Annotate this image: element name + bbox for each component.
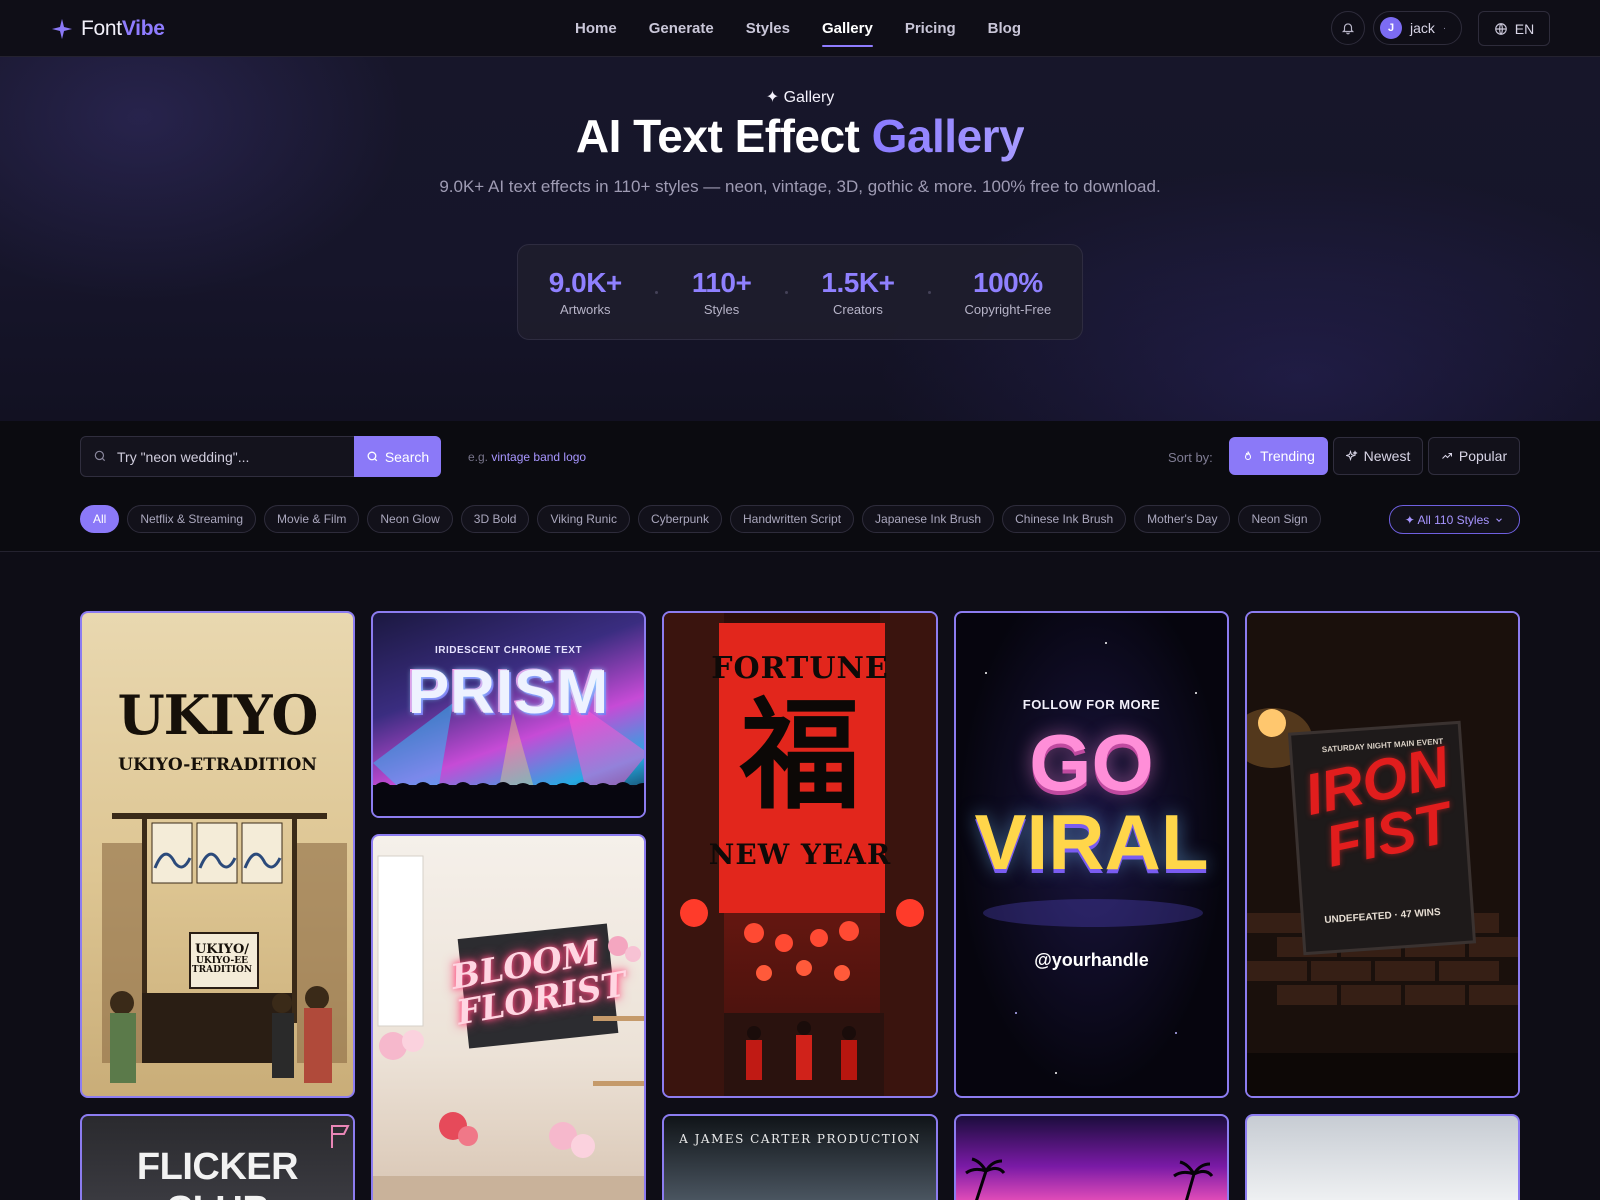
ukiyo-sign: UKIYO/ UKIYO-EE TRADITION: [191, 942, 253, 976]
chip-chinese-ink[interactable]: Chinese Ink Brush: [1002, 505, 1127, 533]
globe-icon: [1494, 22, 1507, 35]
chip-neon-glow[interactable]: Neon Glow: [367, 505, 453, 533]
sparkle-icon: [51, 18, 73, 40]
trending-up-icon: [1442, 453, 1452, 459]
sort-label: Sort by:: [1168, 450, 1213, 465]
stat-artworks: 9.0K+ Artworks: [548, 267, 623, 317]
chip-netflix[interactable]: Netflix & Streaming: [127, 505, 257, 533]
search-box: Search: [80, 436, 441, 477]
gallery-card-ukiyo[interactable]: UKIYO UKIYO-ETRADITION UKIYO/ UKIYO-EE T…: [80, 611, 355, 1098]
chip-handwritten[interactable]: Handwritten Script: [729, 505, 855, 533]
stat-copyright: 100% Copyright-Free: [964, 267, 1052, 317]
gallery-card-prism[interactable]: IRIDESCENT CHROME TEXT PRISM: [371, 611, 646, 818]
prism-caption: IRIDESCENT CHROME TEXT: [434, 645, 583, 656]
avatar: J: [1380, 17, 1402, 39]
viral-line2: VIRAL: [974, 798, 1209, 886]
user-menu-dot-icon: ·: [1442, 22, 1447, 34]
search-button[interactable]: Search: [354, 436, 441, 477]
viral-handle: @yourhandle: [1034, 950, 1149, 970]
chip-3d-bold[interactable]: 3D Bold: [460, 505, 530, 533]
nav-generate[interactable]: Generate: [649, 17, 714, 40]
bell-icon: [1341, 23, 1355, 35]
stat-styles: 110+ Styles: [691, 267, 752, 317]
gallery-card-synthwave[interactable]: [954, 1114, 1229, 1200]
gallery-card-viral[interactable]: FOLLOW FOR MORE GO VIRAL @yourhandle: [954, 611, 1229, 1098]
brand-logo[interactable]: FontVibe: [51, 16, 165, 42]
gallery-card-carter[interactable]: A JAMES CARTER PRODUCTION: [662, 1114, 938, 1200]
search-icon: [94, 450, 106, 462]
hero-eyebrow: ✦ Gallery: [765, 89, 835, 106]
search-example: e.g. vintage band logo: [468, 450, 587, 464]
language-selector[interactable]: EN: [1478, 11, 1550, 46]
viral-top-text: FOLLOW FOR MORE: [1022, 697, 1161, 712]
sort-trending-button[interactable]: Trending: [1229, 437, 1328, 475]
prism-title: PRISM: [407, 658, 610, 727]
search-icon: [367, 451, 378, 462]
stat-divider: [784, 290, 788, 294]
gallery-card-silver[interactable]: [1245, 1114, 1520, 1200]
stat-divider: [655, 290, 659, 294]
sparkles-icon: [1345, 450, 1358, 462]
gallery-card-bloom[interactable]: BLOOM FLORIST: [371, 834, 646, 1200]
chevron-down-icon: [1496, 517, 1503, 522]
sort-popular-button[interactable]: Popular: [1428, 437, 1520, 475]
nav-gallery[interactable]: Gallery: [821, 17, 873, 47]
hero-section: ✦ Gallery AI Text Effect Gallery 9.0K+ A…: [0, 57, 1600, 421]
user-menu[interactable]: J jack ·: [1373, 11, 1462, 45]
brand-name: FontVibe: [81, 17, 165, 40]
category-chips: All Netflix & Streaming Movie & Film Neo…: [80, 505, 1321, 533]
flicker-title: FLICKER CLUB: [136, 1146, 299, 1200]
chip-viking[interactable]: Viking Runic: [537, 505, 630, 533]
flag-icon: [331, 1125, 350, 1148]
chip-mothers-day[interactable]: Mother's Day: [1134, 505, 1231, 533]
nav-blog[interactable]: Blog: [988, 17, 1021, 40]
chip-cyberpunk[interactable]: Cyberpunk: [637, 505, 722, 533]
carter-title: A JAMES CARTER PRODUCTION: [679, 1132, 921, 1146]
nav-styles[interactable]: Styles: [746, 17, 790, 40]
gallery-card-fortune[interactable]: FORTUNE 福 NEW YEAR: [662, 611, 938, 1098]
main-menu: Home Generate Styles Gallery Pricing Blo…: [575, 17, 1053, 47]
viral-line1: GO: [1029, 718, 1154, 807]
chip-neon-sign[interactable]: Neon Sign: [1238, 505, 1321, 533]
all-styles-dropdown[interactable]: ✦ All 110 Styles: [1389, 505, 1520, 534]
fortune-glyph: 福: [740, 687, 860, 826]
search-input[interactable]: [117, 437, 347, 476]
synthwave-artwork: [965, 1157, 1214, 1200]
language-label: EN: [1514, 20, 1535, 37]
gallery-card-ironfist[interactable]: SATURDAY NIGHT MAIN EVENT IRON FIST UNDE…: [1245, 611, 1520, 1098]
filter-bar: Search e.g. vintage band logo Sort by: T…: [0, 421, 1600, 552]
chip-japanese-ink[interactable]: Japanese Ink Brush: [862, 505, 995, 533]
nav-pricing[interactable]: Pricing: [905, 17, 956, 40]
fortune-bottom-text: NEW YEAR: [708, 838, 892, 871]
example-link[interactable]: vintage band logo: [491, 450, 586, 464]
top-nav: FontVibe Home Generate Styles Gallery Pr…: [0, 0, 1600, 57]
gallery-card-flicker[interactable]: FLICKER CLUB: [80, 1114, 355, 1200]
sort-newest-button[interactable]: Newest: [1333, 437, 1423, 475]
hero-subtitle: 9.0K+ AI text effects in 110+ styles — n…: [439, 177, 1161, 196]
page-title: AI Text Effect Gallery: [575, 110, 1025, 162]
stat-divider: [927, 290, 931, 294]
ukiyo-title: UKIYO: [117, 683, 319, 747]
stat-creators: 1.5K+ Creators: [821, 267, 895, 317]
ukiyo-subtitle: UKIYO-ETRADITION: [118, 755, 317, 775]
flame-icon: [1245, 451, 1252, 460]
nav-home[interactable]: Home: [575, 17, 617, 40]
user-name: jack: [1410, 20, 1435, 36]
chip-movie[interactable]: Movie & Film: [264, 505, 360, 533]
chip-all[interactable]: All: [80, 505, 120, 533]
stats-panel: 9.0K+ Artworks 110+ Styles 1.5K+ Creator…: [517, 244, 1083, 340]
notifications-button[interactable]: [1331, 11, 1365, 45]
fortune-top-text: FORTUNE: [711, 651, 889, 686]
